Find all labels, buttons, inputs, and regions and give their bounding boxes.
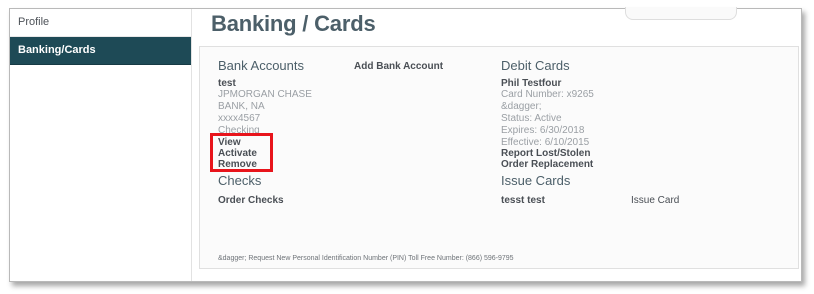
- bank-accounts-heading: Bank Accounts: [218, 58, 304, 73]
- report-lost-stolen-link[interactable]: Report Lost/Stolen: [501, 148, 590, 159]
- card-status: Status: Active: [501, 113, 562, 124]
- account-type: Checking: [218, 125, 260, 136]
- pin-request-note: &dagger; Request New Personal Identifica…: [218, 255, 514, 262]
- account-bank-line1: JPMORGAN CHASE: [218, 89, 312, 100]
- remove-account-link[interactable]: Remove: [218, 159, 257, 170]
- main-content: Banking / Cards Bank Accounts Add Bank A…: [191, 7, 801, 281]
- sidebar: Profile Banking/Cards: [10, 9, 192, 281]
- order-replacement-link[interactable]: Order Replacement: [501, 159, 593, 170]
- issue-cards-heading: Issue Cards: [501, 173, 571, 188]
- card-dagger: &dagger;: [501, 101, 542, 112]
- account-bank-line2: BANK, NA: [218, 101, 265, 112]
- issue-card-link[interactable]: Issue Card: [631, 195, 679, 206]
- checks-heading: Checks: [218, 173, 262, 188]
- window-frame: Profile Banking/Cards Banking / Cards Ba…: [9, 7, 802, 282]
- issue-card-holder-name: tesst test: [501, 195, 545, 206]
- banking-panel: Bank Accounts Add Bank Account test JPMO…: [199, 46, 799, 269]
- order-checks-link[interactable]: Order Checks: [218, 195, 284, 206]
- activate-account-link[interactable]: Activate: [218, 148, 257, 159]
- card-number: Card Number: x9265: [501, 89, 594, 100]
- debit-cards-heading: Debit Cards: [501, 58, 570, 73]
- card-expires: Expires: 6/30/2018: [501, 125, 585, 136]
- card-holder-name: Phil Testfour: [501, 78, 562, 89]
- top-tab-decoration: [625, 7, 737, 20]
- sidebar-item-profile[interactable]: Profile: [10, 9, 191, 37]
- page-title: Banking / Cards: [211, 11, 376, 36]
- account-name: test: [218, 78, 236, 89]
- view-account-link[interactable]: View: [218, 137, 241, 148]
- account-number: xxxx4567: [218, 113, 261, 124]
- sidebar-item-banking-cards[interactable]: Banking/Cards: [10, 37, 191, 65]
- add-bank-account-link[interactable]: Add Bank Account: [354, 61, 443, 72]
